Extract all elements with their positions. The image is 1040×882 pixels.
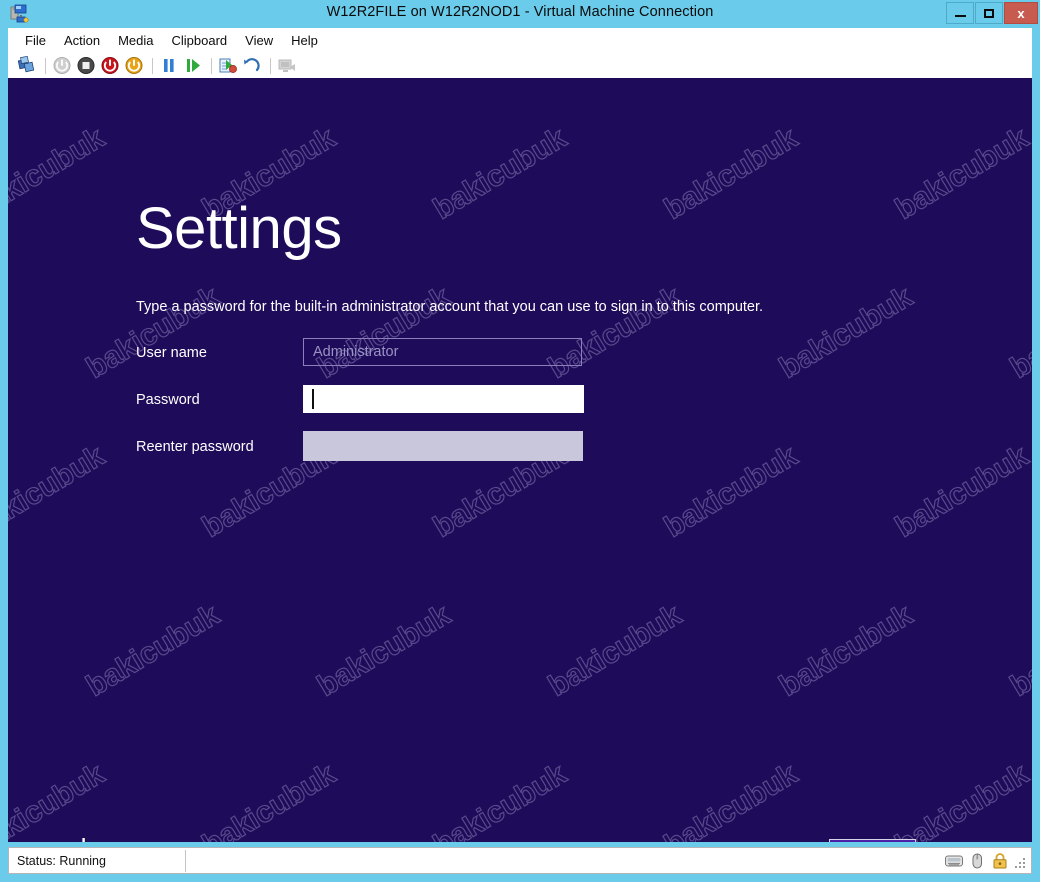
watermark-text: bakicubuk — [427, 121, 572, 227]
watermark-text: bakicubuk — [542, 598, 688, 704]
shut-down-icon[interactable] — [99, 55, 121, 76]
maximize-button[interactable] — [975, 2, 1003, 24]
menu-item-action[interactable]: Action — [55, 31, 109, 50]
menu-item-media[interactable]: Media — [109, 31, 162, 50]
menu-item-help[interactable]: Help — [282, 31, 327, 50]
watermark-text: bakicubuk — [889, 439, 1032, 545]
watermark-text: bakicubuk — [80, 280, 226, 386]
keyboard-icon — [944, 852, 964, 870]
toolbar-separator — [152, 57, 153, 74]
toolbar-separator — [270, 57, 271, 74]
close-button[interactable]: x — [1004, 2, 1038, 24]
maximize-icon — [976, 3, 1002, 23]
watermark-text: bakicubuk — [773, 598, 919, 704]
close-icon: x — [1017, 5, 1025, 21]
watermark-text: bakicubuk — [196, 757, 341, 842]
minimize-button[interactable] — [946, 2, 974, 24]
watermark-text: bakicubuk — [542, 280, 688, 386]
password-label: Password — [136, 392, 200, 408]
toolbar — [8, 53, 1032, 78]
turn-off-icon[interactable] — [75, 55, 97, 76]
menu-item-view[interactable]: View — [236, 31, 282, 50]
watermark-text: bakicubuk — [311, 598, 457, 704]
minimize-icon — [947, 3, 973, 23]
status-icons — [944, 852, 1031, 870]
page-title: Settings — [136, 196, 342, 261]
status-text: Status: Running — [17, 853, 106, 868]
save-icon[interactable] — [123, 55, 145, 76]
watermark-text: bakicubuk — [1004, 598, 1032, 704]
page-description: Type a password for the built-in adminis… — [136, 299, 764, 315]
watermark-text: bakicubuk — [427, 757, 572, 842]
watermark-text: bakicubuk — [658, 439, 803, 545]
user-name-input[interactable]: Administrator — [303, 338, 582, 366]
vm-guest-screen[interactable]: bakicubuk bakicubuk bakicubuk bakicubuk baki… — [8, 78, 1032, 842]
start-icon — [51, 55, 73, 76]
revert-icon[interactable] — [241, 55, 263, 76]
watermark-text: bakicubuk — [658, 121, 803, 227]
reenter-password-label: Reenter password — [136, 439, 254, 455]
mouse-icon — [967, 852, 987, 870]
status-divider — [185, 849, 186, 872]
resume-icon[interactable] — [182, 55, 204, 76]
reenter-password-input[interactable] — [303, 431, 583, 461]
checkpoint-icon[interactable] — [217, 55, 239, 76]
watermark-text: bakicubuk — [8, 439, 110, 545]
lock-icon — [990, 852, 1010, 870]
user-name-label: User name — [136, 345, 207, 361]
pause-icon[interactable] — [158, 55, 180, 76]
toolbar-separator — [45, 57, 46, 74]
title-bar: W12R2FILE on W12R2NOD1 - Virtual Machine… — [0, 0, 1040, 28]
busy-working-cursor — [70, 836, 98, 842]
finish-button[interactable]: Finish — [829, 839, 916, 842]
watermark-text: bakicubuk — [8, 121, 110, 227]
enhanced-session-icon — [276, 55, 298, 76]
watermark-text: bakicubuk — [658, 757, 803, 842]
toolbar-separator — [211, 57, 212, 74]
watermark-text: bakicubuk — [8, 757, 110, 842]
window-title: W12R2FILE on W12R2NOD1 - Virtual Machine… — [326, 4, 714, 20]
watermark-text: bakicubuk — [889, 121, 1032, 227]
ctrl-alt-delete-icon[interactable] — [16, 55, 38, 76]
watermark-text: bakicubuk — [311, 280, 457, 386]
watermark-text: bakicubuk — [1004, 280, 1032, 386]
resize-grip[interactable] — [1015, 854, 1027, 868]
menu-item-file[interactable]: File — [16, 31, 55, 50]
watermark-text: bakicubuk — [80, 598, 226, 704]
menu-item-clipboard[interactable]: Clipboard — [163, 31, 237, 50]
text-caret — [312, 389, 314, 409]
status-bar: Status: Running — [8, 847, 1032, 874]
watermark-text: bakicubuk — [773, 280, 919, 386]
password-input[interactable] — [303, 385, 584, 413]
menu-bar: File Action Media Clipboard View Help — [8, 28, 1032, 53]
watermark-text: bakicubuk — [889, 757, 1032, 842]
vmconnect-window: W12R2FILE on W12R2NOD1 - Virtual Machine… — [0, 0, 1040, 882]
